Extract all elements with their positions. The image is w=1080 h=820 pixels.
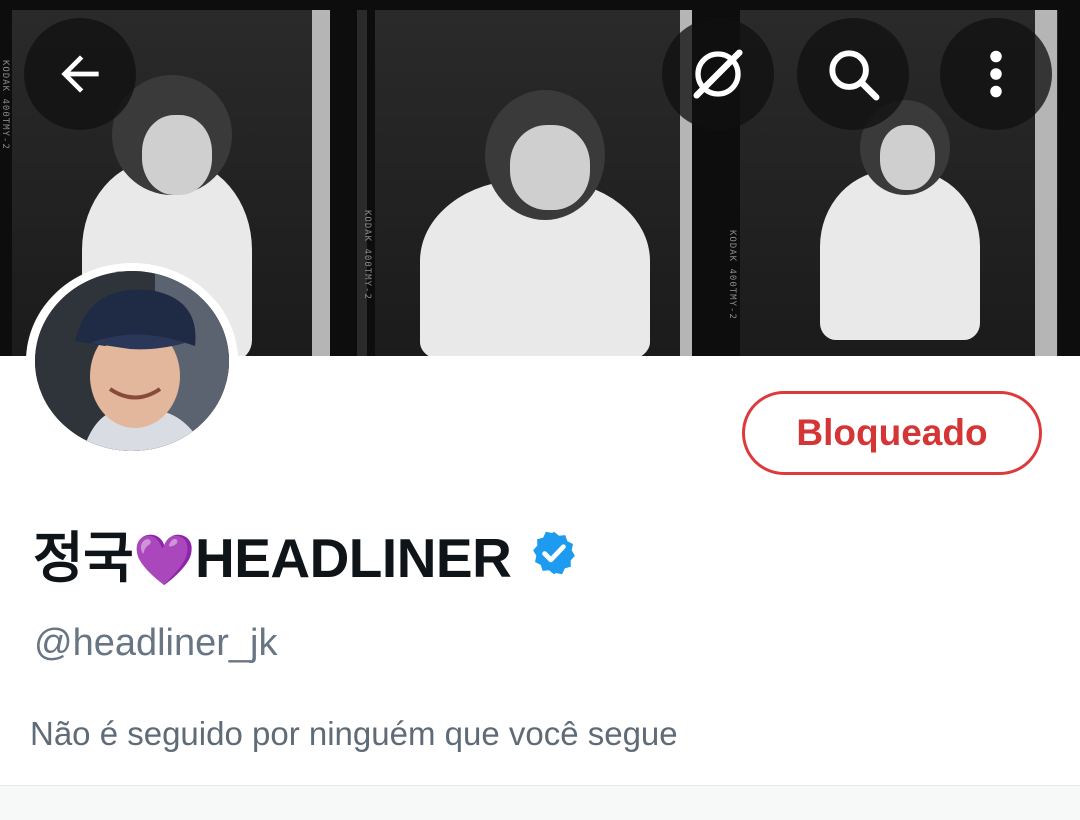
more-options-button[interactable] bbox=[940, 18, 1052, 130]
more-vertical-icon bbox=[990, 50, 1002, 98]
film-strip bbox=[357, 10, 367, 356]
film-edge-label: KODAK 400TMY-2 bbox=[0, 60, 10, 150]
purple-heart-emoji: 💜 bbox=[133, 532, 195, 588]
verified-badge-icon[interactable] bbox=[529, 528, 579, 578]
avatar[interactable] bbox=[35, 271, 229, 451]
back-button[interactable] bbox=[24, 18, 136, 130]
display-name-suffix: HEADLINER bbox=[194, 527, 512, 589]
film-edge-label: KODAK 400TMY-2 bbox=[362, 210, 372, 300]
profile-handle: @headliner_jk bbox=[34, 622, 278, 664]
blocked-button-label: Bloqueado bbox=[796, 412, 988, 453]
profile-name-row: 정국💜HEADLINER bbox=[33, 518, 579, 589]
grok-icon bbox=[693, 49, 743, 99]
display-name: 정국💜HEADLINER bbox=[33, 513, 512, 593]
film-strip bbox=[312, 10, 330, 356]
followers-you-know-note: Não é seguido por ninguém que você segue bbox=[30, 715, 678, 752]
blocked-button[interactable]: Bloqueado bbox=[742, 391, 1042, 475]
banner-photo-frame bbox=[375, 10, 690, 356]
search-button[interactable] bbox=[797, 18, 909, 130]
grok-button[interactable] bbox=[662, 18, 774, 130]
arrow-left-icon bbox=[61, 55, 99, 93]
display-name-prefix: 정국 bbox=[33, 527, 134, 589]
film-edge-label: KODAK 400TMY-2 bbox=[727, 230, 737, 320]
search-icon bbox=[829, 50, 880, 101]
profile-avatar-ring[interactable] bbox=[26, 263, 238, 459]
bottom-band bbox=[0, 786, 1080, 820]
